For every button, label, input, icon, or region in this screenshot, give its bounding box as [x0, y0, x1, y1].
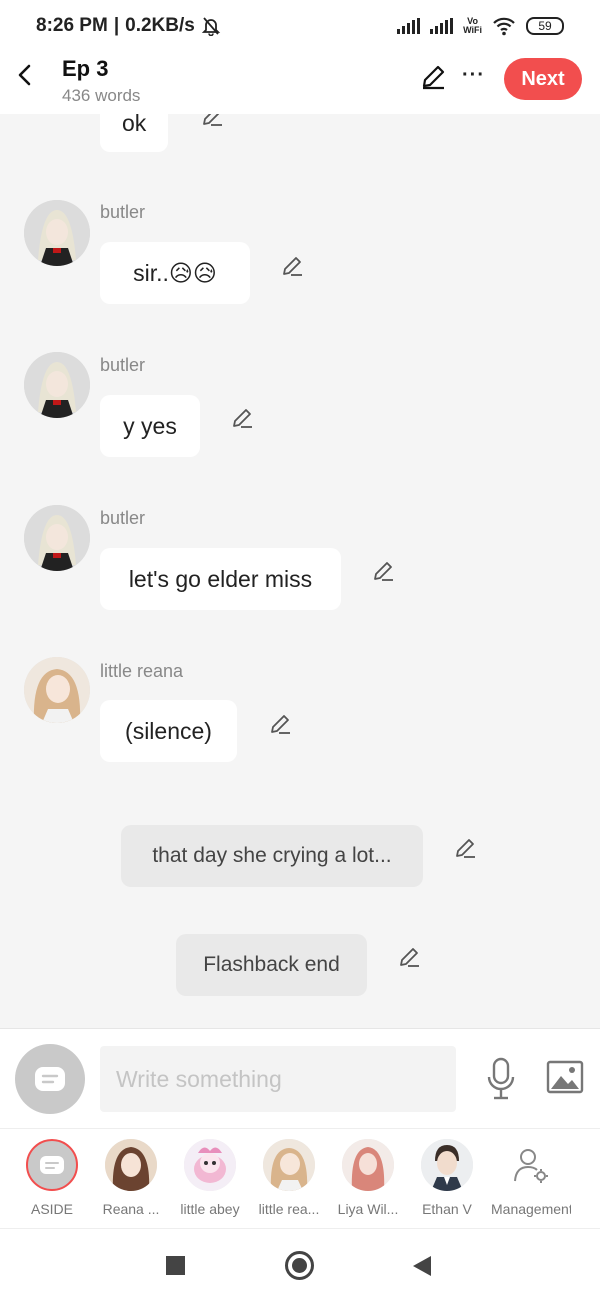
aside-bubble[interactable]: Flashback end: [176, 934, 367, 996]
character-label: Management: [491, 1201, 571, 1217]
composer-bar: [0, 1028, 600, 1128]
battery-indicator: 59: [526, 17, 564, 35]
avatar-butler: [24, 505, 90, 571]
more-options-icon[interactable]: ···: [462, 65, 485, 85]
message-bubble[interactable]: sir..😥😥: [100, 242, 250, 304]
vowifi-icon: Vo WiFi: [463, 16, 482, 35]
aside-avatar: [26, 1139, 78, 1191]
character-label: Liya Wil...: [337, 1201, 399, 1217]
image-icon[interactable]: [546, 1059, 584, 1095]
speaker-name: butler: [100, 202, 146, 222]
microphone-icon[interactable]: [484, 1057, 518, 1101]
status-bar: 8:26 PM | 0.2KB/s Vo WiFi 59: [0, 0, 600, 52]
edit-message-icon[interactable]: [453, 836, 477, 860]
word-count: 436 words: [62, 86, 141, 105]
speaker-name: butler: [100, 355, 146, 375]
next-button[interactable]: Next: [504, 58, 582, 100]
home-button[interactable]: [285, 1251, 314, 1280]
system-nav-bar: [0, 1228, 600, 1300]
management-icon: [505, 1139, 557, 1191]
avatar: [105, 1139, 157, 1191]
avatar: [184, 1139, 236, 1191]
character-label: little abey: [180, 1201, 240, 1217]
edit-pencil-icon[interactable]: [420, 64, 446, 90]
episode-title: Ep 3: [62, 56, 109, 81]
character-management[interactable]: Management: [491, 1139, 571, 1217]
message-bubble[interactable]: y yes: [100, 395, 200, 457]
wifi-icon: [493, 17, 515, 36]
character-selector: ASIDE Reana ... little abey little rea..…: [0, 1128, 600, 1228]
message-bubble[interactable]: ok: [100, 114, 169, 152]
speaker-name: little reana: [100, 661, 184, 681]
aside-toggle-button[interactable]: [15, 1044, 85, 1114]
aside-chat-icon: [40, 1156, 64, 1174]
edit-message-icon[interactable]: [280, 254, 304, 278]
character-reana[interactable]: Reana ...: [91, 1139, 171, 1217]
edit-message-icon[interactable]: [200, 114, 224, 128]
aside-bubble[interactable]: that day she crying a lot...: [121, 825, 423, 887]
chat-area: ok butler sir..😥😥 butler y yes butler le…: [0, 114, 600, 1028]
character-label: Ethan V: [422, 1201, 472, 1217]
character-aside[interactable]: ASIDE: [12, 1139, 92, 1217]
editor-header: Ep 3 436 words ··· Next: [0, 52, 600, 114]
character-little-reana[interactable]: little rea...: [249, 1139, 329, 1217]
edit-message-icon[interactable]: [397, 945, 421, 969]
signal-icon: [397, 18, 421, 34]
avatar-butler: [24, 352, 90, 418]
aside-chat-icon: [35, 1067, 65, 1091]
avatar: [421, 1139, 473, 1191]
avatar-little-reana: [24, 657, 90, 723]
character-label: little rea...: [258, 1201, 320, 1217]
avatar: [342, 1139, 394, 1191]
recents-button[interactable]: [166, 1256, 185, 1275]
bell-muted-icon: [201, 17, 221, 36]
message-bubble[interactable]: (silence): [100, 700, 237, 762]
status-time: 8:26 PM: [36, 15, 108, 36]
character-label: ASIDE: [30, 1201, 73, 1217]
character-little-abey[interactable]: little abey: [170, 1139, 250, 1217]
edit-message-icon[interactable]: [230, 406, 254, 430]
back-button[interactable]: [413, 1256, 431, 1276]
network-speed: 0.2KB/s: [125, 15, 195, 36]
speaker-name: butler: [100, 508, 146, 528]
character-liya[interactable]: Liya Wil...: [328, 1139, 408, 1217]
edit-message-icon[interactable]: [371, 559, 395, 583]
character-label: Reana ...: [102, 1201, 160, 1217]
character-ethan[interactable]: Ethan V: [407, 1139, 487, 1217]
message-bubble[interactable]: let's go elder miss: [100, 548, 341, 610]
message-input[interactable]: [100, 1046, 456, 1112]
back-arrow-icon[interactable]: [14, 64, 36, 86]
signal-icon-2: [430, 18, 454, 34]
edit-message-icon[interactable]: [268, 712, 292, 736]
avatar: [263, 1139, 315, 1191]
avatar-butler: [24, 200, 90, 266]
